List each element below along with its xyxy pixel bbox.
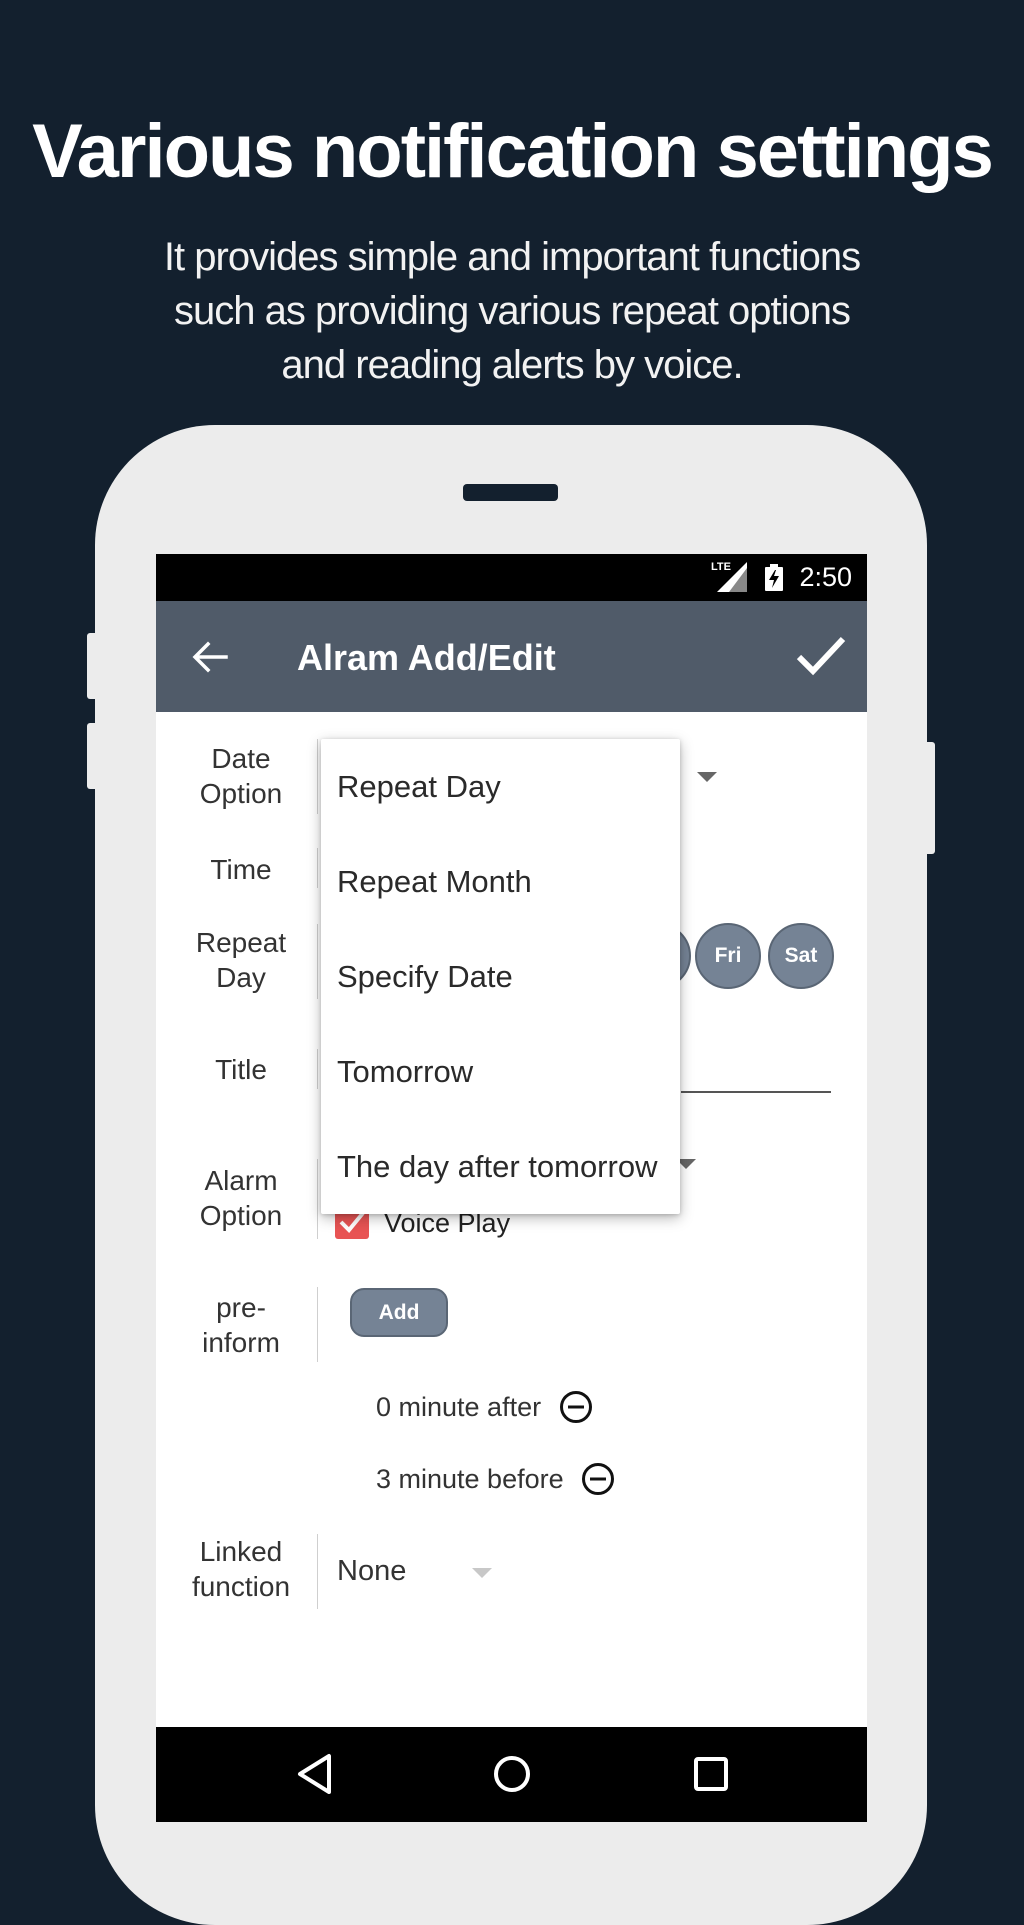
label-time: Time: [210, 854, 272, 885]
phone-speaker: [463, 484, 558, 501]
divider: [317, 1534, 318, 1609]
day-friday[interactable]: Fri: [695, 923, 761, 989]
phone-power-button: [921, 742, 935, 854]
menu-item-specify-date[interactable]: Specify Date: [337, 959, 513, 995]
divider: [317, 1287, 318, 1362]
home-circle-icon[interactable]: [492, 1752, 532, 1796]
pre-inform-item: 0 minute after: [376, 1392, 542, 1422]
battery-charging-icon: [765, 564, 783, 591]
menu-item-tomorrow[interactable]: Tomorrow: [337, 1054, 473, 1090]
add-pre-inform-button[interactable]: Add: [350, 1288, 448, 1337]
divider: [317, 1049, 318, 1089]
status-time: 2:50: [799, 562, 852, 592]
label-repeat-day: Repeat Day: [195, 927, 287, 993]
divider: [317, 1159, 318, 1239]
status-bar: LTE 2:50: [156, 554, 867, 601]
subline: It provides simple and important functio…: [112, 230, 912, 392]
date-option-dropdown-menu: Repeat Day Repeat Month Specify Date Tom…: [321, 739, 680, 1214]
phone-volume-down: [87, 723, 101, 789]
headline: Various notification settings: [32, 109, 994, 194]
menu-item-repeat-day[interactable]: Repeat Day: [337, 769, 501, 805]
menu-item-repeat-month[interactable]: Repeat Month: [337, 864, 532, 900]
page-title: Alram Add/Edit: [297, 637, 556, 678]
divider: [317, 739, 318, 814]
app-bar: Alram Add/Edit: [156, 601, 867, 712]
phone-screen: LTE 2:50 Alram Add/Edit Date Option Time…: [156, 554, 867, 1822]
label-linked-function: Linked function: [191, 1536, 291, 1602]
label-date-option: Date Option: [199, 743, 283, 809]
linked-function-dropdown-arrow[interactable]: [472, 1568, 492, 1578]
subline-line-2: such as providing various repeat options: [174, 289, 851, 333]
divider: [317, 848, 318, 888]
remove-circle-icon[interactable]: [559, 1390, 593, 1424]
back-triangle-icon[interactable]: [295, 1752, 335, 1796]
date-option-dropdown-arrow[interactable]: [697, 772, 717, 782]
subline-line-3: and reading alerts by voice.: [281, 343, 743, 387]
remove-circle-icon[interactable]: [581, 1462, 615, 1496]
subline-line-1: It provides simple and important functio…: [163, 235, 861, 279]
arrow-left-icon[interactable]: [192, 639, 228, 675]
divider: [317, 924, 318, 999]
label-pre-inform: pre- inform: [202, 1292, 280, 1358]
menu-item-day-after-tomorrow[interactable]: The day after tomorrow: [337, 1149, 657, 1185]
pre-inform-item: 3 minute before: [376, 1464, 564, 1494]
title-input-underline[interactable]: [681, 1091, 831, 1093]
phone-volume-up: [87, 633, 101, 699]
day-saturday[interactable]: Sat: [768, 923, 834, 989]
linked-function-select[interactable]: None: [337, 1555, 406, 1588]
label-alarm-option: Alarm Option: [199, 1165, 283, 1231]
label-title: Title: [215, 1054, 267, 1085]
recents-square-icon[interactable]: [691, 1752, 731, 1796]
signal-icon: [717, 562, 747, 592]
navigation-bar: [156, 1727, 867, 1822]
checkmark-icon[interactable]: [796, 633, 846, 677]
